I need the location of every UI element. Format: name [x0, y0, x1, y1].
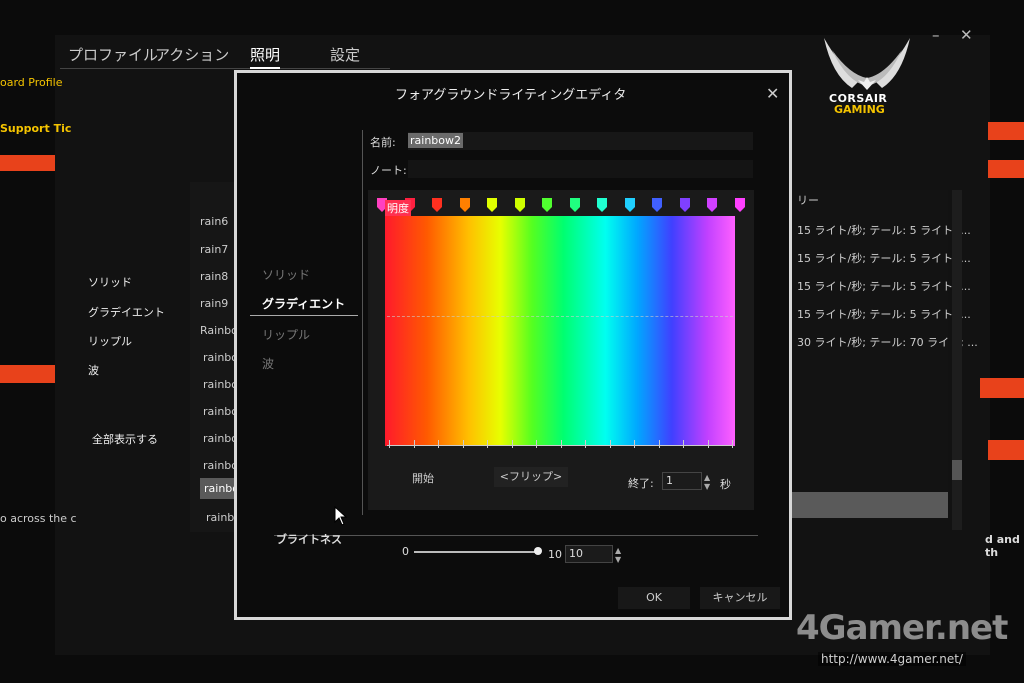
axis-tick [487, 440, 488, 448]
tab-lighting[interactable]: 照明 [250, 44, 281, 69]
axis-tick [413, 440, 415, 448]
color-stop-marker[interactable] [459, 198, 470, 212]
color-stop-marker[interactable] [514, 198, 525, 212]
axis-tick [658, 440, 660, 448]
axis-tick [438, 440, 439, 448]
minimize-button[interactable]: – [932, 26, 940, 44]
watermark-url: http://www.4gamer.net/ [818, 652, 966, 666]
axis-tick [683, 440, 684, 448]
table-row[interactable]: 15 ライト/秒; テール: 5 ライト; ... [797, 222, 971, 238]
list-item[interactable]: rain9 [200, 297, 228, 310]
profile-header-text: oard Profile [0, 76, 63, 89]
axis-tick [707, 440, 709, 448]
axis-tick [732, 440, 733, 448]
type-wave[interactable]: 波 [262, 355, 274, 372]
brightness-slider[interactable] [414, 551, 538, 553]
red-accent-bar [988, 440, 1024, 460]
list-item[interactable]: rain6 [200, 215, 228, 228]
color-stop-marker[interactable] [652, 198, 663, 212]
table-row[interactable]: 15 ライト/秒; テール: 5 ライト; ... [797, 278, 971, 294]
effect-list [788, 190, 948, 520]
start-label: 開始 [412, 472, 434, 485]
type-solid[interactable]: ソリッド [262, 266, 310, 283]
divider [362, 130, 363, 515]
table-row[interactable]: 15 ライト/秒; テール: 5 ライト; ... [797, 250, 971, 266]
close-icon[interactable]: ✕ [766, 84, 779, 103]
list-item[interactable]: rain8 [200, 270, 228, 283]
stepper-arrows-icon[interactable]: ▲ ▼ [615, 546, 621, 564]
color-stop-marker[interactable] [679, 198, 690, 212]
brightness-axis-label: 明度 [385, 200, 411, 216]
tab-profile[interactable]: プロファイル [68, 44, 158, 65]
type-ripple[interactable]: リップル [262, 326, 310, 343]
color-stop-marker[interactable] [432, 198, 443, 212]
watermark-logo: 4Gamer.net [796, 608, 1008, 648]
brightness-slider-thumb[interactable] [534, 547, 542, 555]
description-text: o across the c [0, 512, 77, 525]
axis-tick [609, 440, 611, 448]
brightness-min-label: 0 [402, 545, 409, 558]
mode-wave[interactable]: 波 [88, 362, 99, 378]
red-accent-bar [0, 155, 55, 171]
cancel-button[interactable]: キャンセル [700, 587, 780, 609]
stepper-arrows-icon[interactable]: ▲ ▼ [704, 473, 710, 491]
effect-list-header: リー [797, 194, 819, 207]
red-accent-bar [980, 378, 1024, 398]
main-tabs: プロファイル アクション 照明 設定 [60, 42, 390, 69]
brightness-line[interactable] [387, 316, 733, 317]
mouse-cursor-icon [334, 506, 348, 526]
color-stop-marker[interactable] [624, 198, 635, 212]
flip-button[interactable]: <フリップ> [494, 467, 568, 487]
red-accent-bar [988, 160, 1024, 178]
type-gradient[interactable]: グラディエント [262, 295, 345, 312]
axis-tick [389, 440, 390, 448]
seconds-label: 秒 [720, 478, 731, 491]
mode-ripple[interactable]: リップル [88, 333, 132, 349]
color-stop-marker[interactable] [569, 198, 580, 212]
ok-button[interactable]: OK [618, 587, 690, 609]
end-label: 終了: [628, 477, 654, 490]
axis-tick [585, 440, 586, 448]
support-text: Support Tic [0, 122, 72, 135]
table-row[interactable]: 15 ライト/秒; テール: 5 ライト; ... [797, 306, 971, 322]
note-label: ノート: [370, 164, 407, 177]
color-stop-marker[interactable] [597, 198, 608, 212]
axis-tick [634, 440, 635, 448]
axis-tick [536, 440, 537, 448]
selected-row-highlight [788, 492, 948, 518]
brightness-max-label: 10 [548, 548, 562, 561]
divider [274, 535, 758, 536]
scrollbar-thumb[interactable] [952, 460, 962, 480]
color-stop-marker[interactable] [735, 198, 745, 212]
red-accent-bar [0, 365, 55, 383]
close-window-button[interactable]: ✕ [960, 26, 973, 44]
mode-gradient[interactable]: グラデイエント [88, 304, 165, 320]
tab-settings[interactable]: 設定 [330, 44, 360, 65]
brightness-label: ブライトネス [276, 533, 342, 546]
brightness-input[interactable]: 10 [565, 545, 613, 563]
mode-solid[interactable]: ソリッド [88, 274, 132, 290]
dialog-title: フォアグラウンドライティングエディタ [395, 88, 627, 103]
selected-type-underline [250, 315, 358, 316]
axis-tick [511, 440, 513, 448]
color-stop-marker[interactable] [542, 198, 553, 212]
description-text: d and th [985, 533, 1020, 559]
show-all-button[interactable]: 全部表示する [92, 431, 158, 447]
color-stop-marker[interactable] [707, 198, 718, 212]
brand-line2: GAMING [834, 103, 885, 116]
list-item[interactable]: rain7 [200, 243, 228, 256]
table-row[interactable]: 30 ライト/秒; テール: 70 ライト; ... [797, 334, 978, 350]
name-label: 名前: [370, 136, 396, 149]
gradient-preview[interactable] [385, 216, 735, 446]
axis-tick [462, 440, 464, 448]
name-field-value[interactable]: rainbow2 [408, 133, 463, 148]
axis-tick [560, 440, 562, 448]
note-field[interactable] [408, 160, 753, 178]
color-stop-marker[interactable] [487, 198, 498, 212]
end-time-input[interactable]: 1 [662, 472, 702, 490]
red-accent-bar [988, 122, 1024, 140]
tab-action[interactable]: アクション [155, 44, 229, 65]
